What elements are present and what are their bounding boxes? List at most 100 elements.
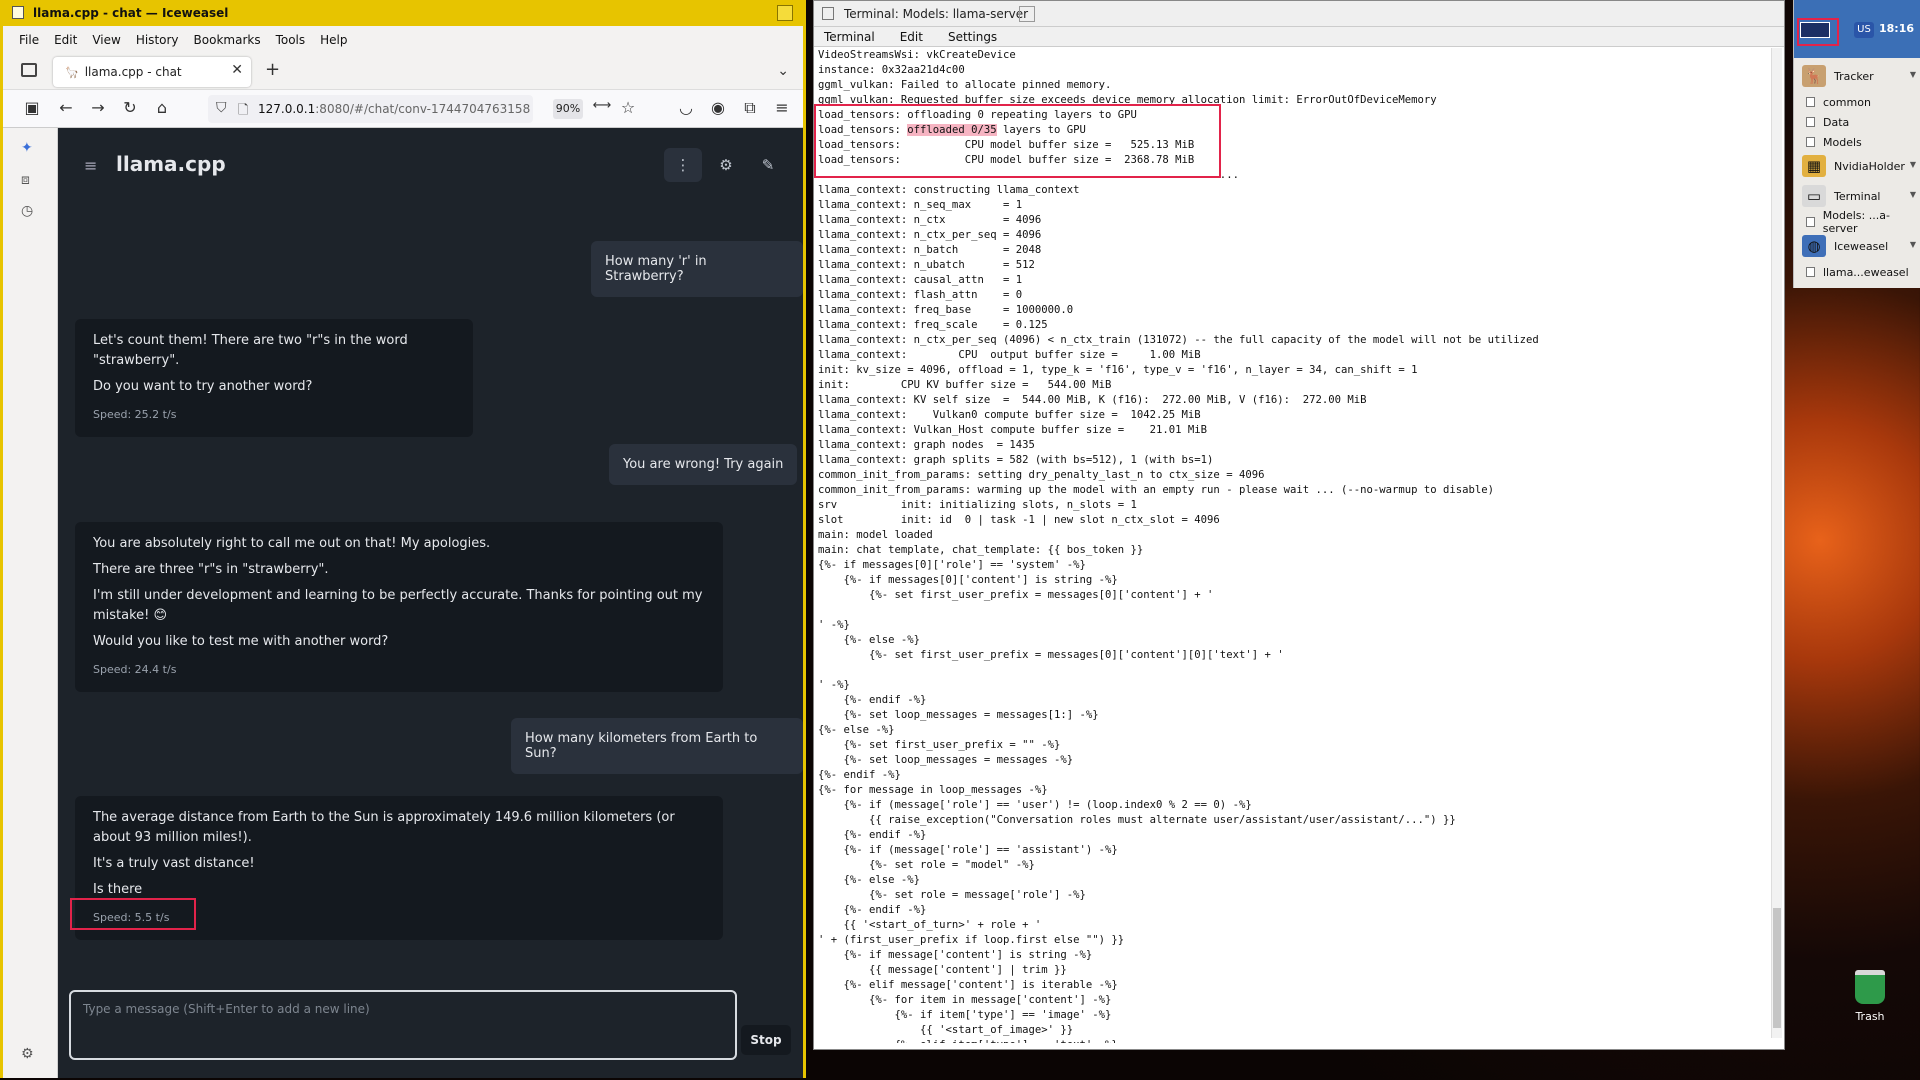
conversation-menu-icon[interactable]: ≡ <box>84 156 97 175</box>
synced-tabs-icon[interactable]: ⧈ <box>21 172 30 188</box>
menu-tools[interactable]: Tools <box>276 33 306 47</box>
tracking-shield-icon[interactable]: ⛉ <box>216 100 227 116</box>
expand-arrow-icon[interactable]: ▼ <box>1910 240 1916 249</box>
terminal-line: {%- set loop_messages = messages[1:] -%} <box>818 709 1099 721</box>
browser-titlebar[interactable]: llama.cpp - chat — Iceweasel <box>3 0 803 26</box>
stop-button[interactable]: Stop <box>741 1025 791 1055</box>
taskbar-item-models-a-server[interactable]: Models: ...a-server <box>1794 209 1920 235</box>
zoom-indicator[interactable]: 90% <box>553 99 583 119</box>
settings-gear-icon[interactable]: ⚙ <box>707 148 745 182</box>
taskbar-item-label: common <box>1823 95 1871 109</box>
home-icon[interactable]: ⌂ <box>151 98 173 117</box>
menu-file[interactable]: File <box>19 33 39 47</box>
terminal-output[interactable]: VideoStreamsWsi: vkCreateDevice instance:… <box>818 48 1768 1043</box>
app-header: ≡ llama.cpp ⋮ ⚙ ✎ <box>78 148 798 188</box>
terminal-scrollbar[interactable] <box>1771 48 1782 1038</box>
extensions-icon[interactable]: ⧉ <box>739 98 761 118</box>
terminal-line: ' -%} <box>818 619 850 631</box>
terminal-line: init: CPU KV buffer size = 544.00 MiB <box>818 379 1112 391</box>
taskbar-item-nvidiaholder[interactable]: ▦ NvidiaHolder ▼ <box>1794 152 1920 180</box>
terminal-line: {%- if (message['role'] == 'assistant') … <box>818 844 1118 856</box>
terminal-line: {%- endif -%} <box>818 829 927 841</box>
terminal-line: instance: 0x32aa21d4c00 <box>818 64 965 76</box>
account-icon[interactable]: ◉ <box>707 98 729 117</box>
more-options-icon[interactable]: ⋮ <box>664 148 702 182</box>
highlight-box <box>814 104 1221 178</box>
navigation-toolbar: ▣ ← → ↻ ⌂ ⛉ 🗋 127.0.0.1:8080/#/chat/conv… <box>3 90 803 128</box>
terminal-menubar: Terminal Edit Settings <box>814 27 1784 47</box>
highlight-box <box>70 898 196 930</box>
tab-strip: 🦙 llama.cpp - chat ✕ + ⌄ <box>3 54 803 90</box>
list-all-tabs-icon[interactable]: ⌄ <box>777 63 789 79</box>
customize-sidebar-gear-icon[interactable]: ⚙ <box>21 1046 34 1062</box>
window-entry-icon <box>1806 97 1815 107</box>
trash-desktop-icon[interactable]: Trash <box>1840 970 1900 1023</box>
terminal-line: {%- elif item['type'] == 'text' -%} <box>818 1038 1768 1043</box>
terminal-line: {%- else -%} <box>818 634 921 646</box>
taskbar-item-tracker[interactable]: 🦌 Tracker ▼ <box>1794 62 1920 90</box>
hamburger-menu-icon[interactable]: ≡ <box>771 98 793 117</box>
menu-bookmarks[interactable]: Bookmarks <box>194 33 261 47</box>
menu-terminal[interactable]: Terminal <box>824 30 875 44</box>
menu-help[interactable]: Help <box>320 33 347 47</box>
taskbar-item-common[interactable]: common <box>1794 92 1920 112</box>
assistant-line: Let's count them! There are two "r"s in … <box>93 333 408 368</box>
assistant-line: Do you want to try another word? <box>93 379 313 394</box>
url-bar[interactable]: ⛉ 🗋 127.0.0.1:8080/#/chat/conv-174470476… <box>208 95 533 123</box>
terminal-titlebar[interactable]: Terminal: Models: llama-server <box>814 1 1784 27</box>
terminal-line: {%- set first_user_prefix = messages[0][… <box>818 649 1284 661</box>
cubes-icon: ▦ <box>1802 155 1826 177</box>
taskbar-item-models[interactable]: Models <box>1794 132 1920 152</box>
new-tab-icon[interactable]: + <box>265 59 280 80</box>
terminal-line: llama_context: Vulkan_Host compute buffe… <box>818 424 1208 436</box>
page-info-icon[interactable]: 🗋 <box>238 101 248 123</box>
user-message: You are wrong! Try again <box>609 444 798 485</box>
terminal-line: llama_context: n_ctx_per_seq (4096) < n_… <box>818 334 1539 346</box>
terminal-line: {%- set role = message['role'] -%} <box>818 889 1086 901</box>
menu-view[interactable]: View <box>92 33 120 47</box>
highlight-box <box>1797 18 1839 46</box>
pocket-icon[interactable]: ◡ <box>675 98 697 117</box>
window-maximize-button[interactable] <box>777 5 793 21</box>
assistant-message: You are absolutely right to call me out … <box>75 522 723 692</box>
terminal-line: main: model loaded <box>818 529 933 541</box>
taskbar-item-terminal[interactable]: ▭ Terminal ▼ <box>1794 182 1920 210</box>
window-menu-icon[interactable] <box>822 7 834 20</box>
browser-menubar: File Edit View History Bookmarks Tools H… <box>3 26 803 54</box>
expand-arrow-icon[interactable]: ▼ <box>1910 160 1916 169</box>
menu-edit[interactable]: Edit <box>54 33 77 47</box>
back-icon[interactable]: ← <box>55 98 77 117</box>
bookmark-star-icon[interactable]: ☆ <box>617 98 639 117</box>
terminal-line: {%- if messages[0]['role'] == 'system' -… <box>818 559 1086 571</box>
keyboard-layout-indicator[interactable]: US <box>1854 22 1874 38</box>
history-icon[interactable]: ◷ <box>21 203 33 219</box>
scrollbar-thumb[interactable] <box>1773 908 1781 1028</box>
menu-history[interactable]: History <box>136 33 179 47</box>
assistant-line: I'm still under development and learning… <box>93 588 703 623</box>
sidebar-toggle-icon[interactable]: ▣ <box>21 98 43 117</box>
menu-settings[interactable]: Settings <box>948 30 997 44</box>
new-conversation-icon[interactable]: ✎ <box>749 148 787 182</box>
tab-close-icon[interactable]: ✕ <box>231 62 243 78</box>
terminal-line: {%- if message['content'] is string -%} <box>818 949 1093 961</box>
translate-icon[interactable]: ⟷ <box>591 98 613 113</box>
tab-overview-icon[interactable] <box>21 63 37 77</box>
terminal-line: {%- if item['type'] == 'image' -%} <box>818 1009 1112 1021</box>
expand-arrow-icon[interactable]: ▼ <box>1910 190 1916 199</box>
forward-icon[interactable]: → <box>87 98 109 117</box>
browser-sidebar-rail: ✦ ⧈ ◷ ⚙ <box>3 128 58 1078</box>
clock[interactable]: 18:16 <box>1879 22 1914 35</box>
window-menu-icon[interactable] <box>12 6 24 19</box>
message-input[interactable]: Type a message (Shift+Enter to add a new… <box>69 990 737 1060</box>
reload-icon[interactable]: ↻ <box>119 98 141 117</box>
tab-llama-chat[interactable]: 🦙 llama.cpp - chat ✕ <box>53 57 251 87</box>
taskbar-item-llama-eweasel[interactable]: llama...eweasel <box>1794 262 1920 282</box>
window-maximize-button[interactable] <box>1019 6 1035 22</box>
menu-edit[interactable]: Edit <box>900 30 923 44</box>
taskbar-item-iceweasel[interactable]: ◍ Iceweasel ▼ <box>1794 232 1920 260</box>
expand-arrow-icon[interactable]: ▼ <box>1910 70 1916 79</box>
taskbar-item-data[interactable]: Data <box>1794 112 1920 132</box>
taskbar-item-label: llama...eweasel <box>1823 265 1909 279</box>
ai-sparkle-icon[interactable]: ✦ <box>21 140 33 156</box>
